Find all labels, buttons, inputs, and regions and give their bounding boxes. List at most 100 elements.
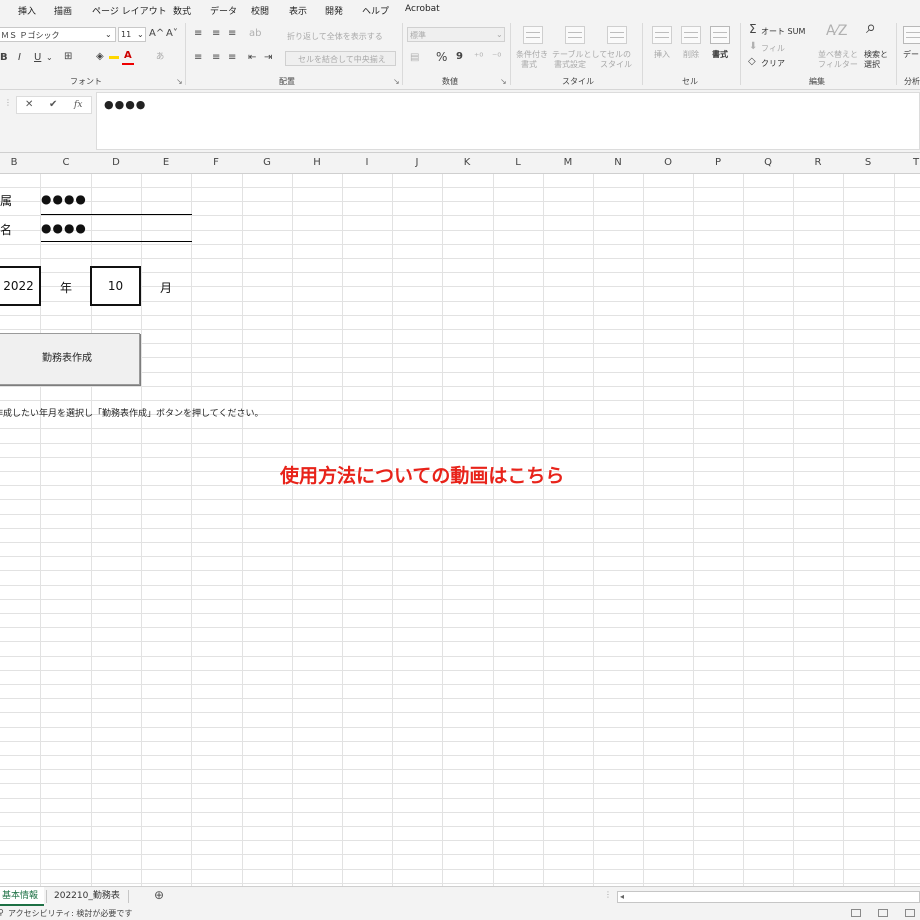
column-header-g[interactable]: G: [257, 157, 277, 168]
menu-insert[interactable]: 挿入: [18, 4, 36, 17]
table-format-icon[interactable]: [565, 26, 585, 44]
column-header-d[interactable]: D: [106, 157, 126, 168]
clear-button[interactable]: クリア: [761, 58, 785, 69]
normal-view-icon[interactable]: [851, 909, 861, 917]
font-name-select[interactable]: ＭＳ Ｐゴシック ⌄: [0, 27, 116, 42]
orientation-icon[interactable]: ab: [249, 29, 261, 39]
format-cells-icon[interactable]: [710, 26, 730, 44]
decrease-indent-icon[interactable]: ⇤: [248, 53, 256, 63]
column-header-b[interactable]: B: [4, 157, 24, 168]
bold-button[interactable]: B: [0, 53, 8, 63]
comma-button[interactable]: 9: [456, 52, 463, 62]
fill-icon[interactable]: ⬇: [749, 42, 757, 52]
column-header-k[interactable]: K: [457, 157, 477, 168]
year-input[interactable]: 2022: [0, 266, 41, 306]
menu-page-layout[interactable]: ページ レイアウト: [92, 4, 167, 17]
number-format-select[interactable]: 標準 ⌄: [407, 27, 505, 42]
column-header-r[interactable]: R: [808, 157, 828, 168]
column-header-o[interactable]: O: [658, 157, 678, 168]
column-header-n[interactable]: N: [608, 157, 628, 168]
resize-handle-icon[interactable]: ⋮: [4, 98, 12, 107]
horizontal-scrollbar[interactable]: ◂: [617, 891, 920, 903]
align-center-icon[interactable]: ≡: [212, 53, 220, 63]
column-header-f[interactable]: F: [206, 157, 226, 168]
column-header-e[interactable]: E: [156, 157, 176, 168]
month-input[interactable]: 10: [90, 266, 141, 306]
phonetic-icon[interactable]: ぁ: [155, 52, 165, 62]
autosum-button[interactable]: オート SUM: [761, 26, 805, 37]
underline-button[interactable]: U: [34, 53, 41, 63]
formula-input[interactable]: ●●●●: [96, 92, 920, 150]
font-size-select[interactable]: 11 ⌄: [118, 27, 146, 42]
cancel-icon[interactable]: ✕: [25, 99, 33, 110]
sort-filter-icon[interactable]: A⁄Z: [826, 24, 848, 38]
dialog-launcher-icon[interactable]: ↘: [176, 77, 183, 86]
delete-cells-icon[interactable]: [681, 26, 701, 44]
column-header-j[interactable]: J: [407, 157, 427, 168]
dialog-launcher-icon[interactable]: ↘: [500, 77, 507, 86]
column-header-q[interactable]: Q: [758, 157, 778, 168]
video-link[interactable]: 使用方法についての動画はこちら: [280, 461, 564, 488]
align-top-icon[interactable]: ≡: [194, 29, 202, 39]
menu-data[interactable]: データ: [210, 4, 237, 17]
enter-icon[interactable]: ✔: [49, 99, 57, 110]
column-header-h[interactable]: H: [307, 157, 327, 168]
percent-button[interactable]: %: [436, 51, 447, 63]
column-header-m[interactable]: M: [558, 157, 578, 168]
decrease-decimal-icon[interactable]: ⁻⁰: [492, 53, 501, 63]
column-header-i[interactable]: I: [357, 157, 377, 168]
grid-row-line: [0, 386, 920, 387]
menu-acrobat[interactable]: Acrobat: [405, 4, 440, 14]
border-icon[interactable]: ⊞: [64, 52, 72, 62]
column-header-s[interactable]: S: [858, 157, 878, 168]
shrink-font-icon[interactable]: A˅: [166, 29, 178, 39]
chevron-down-icon[interactable]: ⌄: [46, 53, 53, 63]
scroll-left-icon[interactable]: ◂: [620, 892, 624, 901]
increase-indent-icon[interactable]: ⇥: [264, 53, 272, 63]
resize-handle-icon[interactable]: ⋮: [604, 890, 612, 899]
create-timesheet-button[interactable]: 勤務表作成: [0, 333, 140, 385]
increase-decimal-icon[interactable]: ⁺⁰: [474, 53, 483, 63]
page-layout-view-icon[interactable]: [878, 909, 888, 917]
column-header-l[interactable]: L: [508, 157, 528, 168]
wrap-text-button[interactable]: 折り返して全体を表示する: [287, 31, 383, 42]
dialog-launcher-icon[interactable]: ↘: [393, 77, 400, 86]
align-right-icon[interactable]: ≡: [228, 53, 236, 63]
column-header-c[interactable]: C: [56, 157, 76, 168]
column-header-p[interactable]: P: [708, 157, 728, 168]
function-icon[interactable]: fx: [74, 100, 82, 110]
align-left-icon[interactable]: ≡: [194, 53, 202, 63]
insert-cells-icon[interactable]: [652, 26, 672, 44]
page-break-view-icon[interactable]: [905, 909, 915, 917]
accessibility-status[interactable]: アクセシビリティ: 検討が必要です: [8, 908, 132, 919]
column-header-t[interactable]: T: [906, 157, 920, 168]
align-bottom-icon[interactable]: ≡: [228, 29, 236, 39]
fill-button[interactable]: フィル: [761, 43, 785, 54]
merge-center-button[interactable]: セルを結合して中央揃え: [285, 51, 396, 66]
tab-timesheet-202210[interactable]: 202210_勤務表: [48, 887, 126, 906]
conditional-format-icon[interactable]: [523, 26, 543, 44]
worksheet-grid[interactable]: B C D E F G H I J K L M N O P Q R S T 所属…: [0, 152, 920, 886]
name-value[interactable]: ●●●●: [41, 221, 87, 235]
italic-button[interactable]: I: [18, 53, 21, 63]
menu-formulas[interactable]: 数式: [173, 4, 191, 17]
font-color-icon[interactable]: A: [124, 51, 132, 61]
menu-view[interactable]: 表示: [289, 4, 307, 17]
accessibility-icon[interactable]: ⚲: [0, 908, 4, 917]
menu-draw[interactable]: 描画: [54, 4, 72, 17]
grow-font-icon[interactable]: A^: [149, 29, 164, 39]
tab-basic-info[interactable]: 基本情報: [0, 887, 44, 906]
menu-developer[interactable]: 開発: [325, 4, 343, 17]
eraser-icon[interactable]: ◇: [748, 57, 756, 67]
autosum-icon[interactable]: Σ: [749, 23, 757, 35]
affiliation-value[interactable]: ●●●●: [41, 192, 87, 206]
fill-color-icon[interactable]: ◈: [96, 52, 104, 62]
currency-icon[interactable]: ▤: [410, 53, 419, 63]
add-sheet-icon[interactable]: ⊕: [148, 887, 170, 906]
search-icon[interactable]: ⌕: [866, 19, 876, 37]
menu-review[interactable]: 校閲: [251, 4, 269, 17]
align-middle-icon[interactable]: ≡: [212, 29, 220, 39]
menu-help[interactable]: ヘルプ: [362, 4, 389, 17]
cell-style-icon[interactable]: [607, 26, 627, 44]
analyze-data-icon[interactable]: [903, 26, 920, 44]
